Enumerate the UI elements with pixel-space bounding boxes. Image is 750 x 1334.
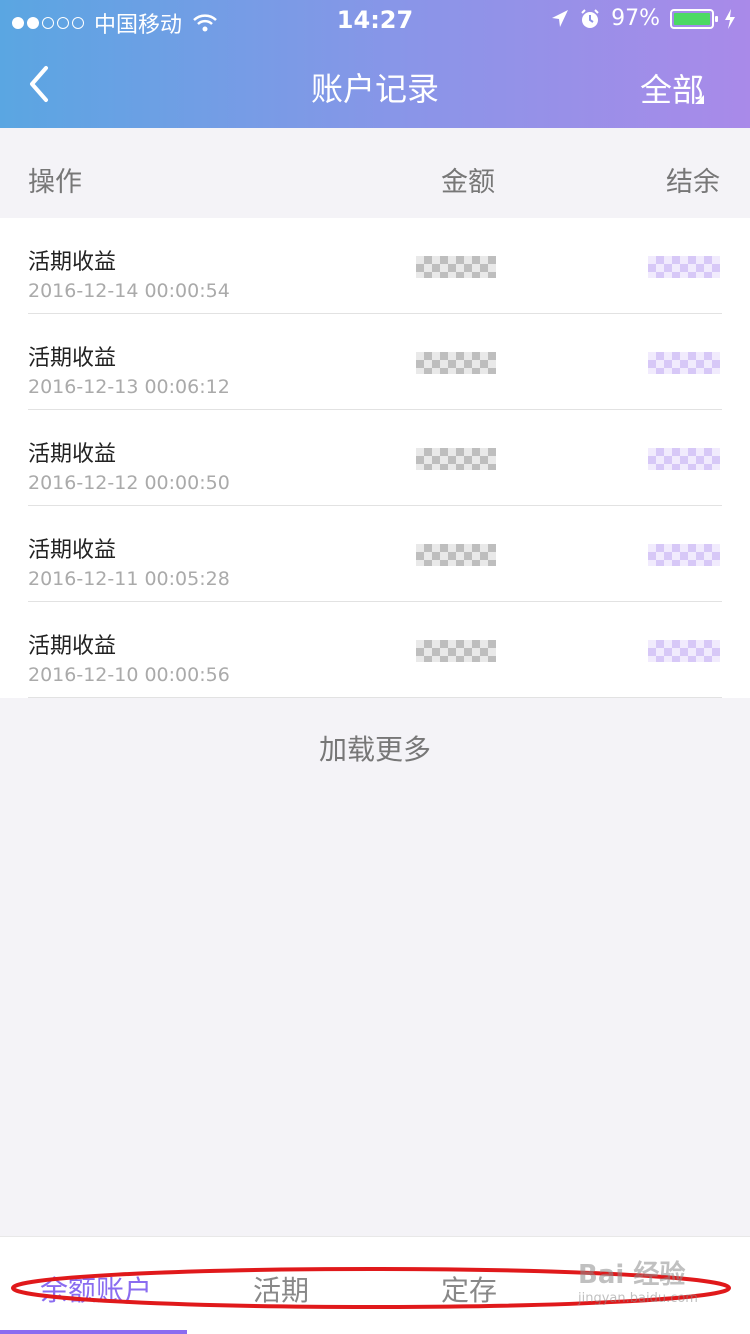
tab-fixed-deposit[interactable]: 定存 bbox=[441, 1269, 497, 1309]
tab-balance-account[interactable]: 余额账户 bbox=[40, 1269, 152, 1309]
amount-value-obscured bbox=[416, 640, 496, 662]
record-title: 活期收益 bbox=[28, 250, 117, 275]
amount-value-obscured bbox=[416, 448, 496, 470]
record-title: 活期收益 bbox=[28, 634, 117, 659]
dropdown-caret-icon bbox=[695, 95, 704, 104]
list-item[interactable]: 活期收益 2016-12-14 00:00:54 bbox=[0, 218, 750, 314]
amount-value-obscured bbox=[416, 256, 496, 278]
load-more-button[interactable]: 加载更多 bbox=[0, 728, 750, 768]
list-item[interactable]: 活期收益 2016-12-10 00:00:56 bbox=[0, 602, 750, 698]
column-balance: 结余 bbox=[666, 167, 720, 198]
battery-icon bbox=[670, 8, 718, 29]
header: 中国移动 14:27 97% 账户记录 全部 bbox=[0, 0, 750, 128]
balance-value-obscured bbox=[648, 256, 720, 278]
record-list: 活期收益 2016-12-14 00:00:54 活期收益 2016-12-13… bbox=[0, 218, 750, 698]
column-operation: 操作 bbox=[28, 167, 82, 198]
balance-value-obscured bbox=[648, 448, 720, 470]
location-icon bbox=[552, 9, 569, 27]
record-date: 2016-12-11 00:05:28 bbox=[28, 568, 230, 590]
page-title: 账户记录 bbox=[310, 70, 439, 108]
bottom-tab-bar: 余额账户 活期 定存 bbox=[0, 1236, 750, 1334]
status-bar: 中国移动 14:27 97% bbox=[0, 0, 750, 40]
record-title: 活期收益 bbox=[28, 442, 117, 467]
active-tab-indicator bbox=[0, 1330, 187, 1334]
charging-icon bbox=[725, 8, 735, 29]
list-item[interactable]: 活期收益 2016-12-13 00:06:12 bbox=[0, 314, 750, 410]
column-header: 操作 金额 结余 bbox=[0, 128, 750, 218]
list-item[interactable]: 活期收益 2016-12-12 00:00:50 bbox=[0, 410, 750, 506]
battery-percent: 97% bbox=[611, 6, 660, 31]
list-item[interactable]: 活期收益 2016-12-11 00:05:28 bbox=[0, 506, 750, 602]
amount-value-obscured bbox=[416, 544, 496, 566]
balance-value-obscured bbox=[648, 640, 720, 662]
tab-current-deposit[interactable]: 活期 bbox=[253, 1269, 309, 1309]
balance-value-obscured bbox=[648, 352, 720, 374]
amount-value-obscured bbox=[416, 352, 496, 374]
record-date: 2016-12-13 00:06:12 bbox=[28, 376, 230, 398]
column-amount: 金额 bbox=[441, 167, 495, 198]
record-title: 活期收益 bbox=[28, 538, 117, 563]
alarm-icon bbox=[581, 8, 599, 28]
navigation-bar: 账户记录 全部 bbox=[0, 40, 750, 128]
record-title: 活期收益 bbox=[28, 346, 117, 371]
record-date: 2016-12-14 00:00:54 bbox=[28, 280, 230, 302]
balance-value-obscured bbox=[648, 544, 720, 566]
record-date: 2016-12-10 00:00:56 bbox=[28, 664, 230, 686]
filter-dropdown[interactable]: 全部 bbox=[640, 65, 704, 111]
record-date: 2016-12-12 00:00:50 bbox=[28, 472, 230, 494]
